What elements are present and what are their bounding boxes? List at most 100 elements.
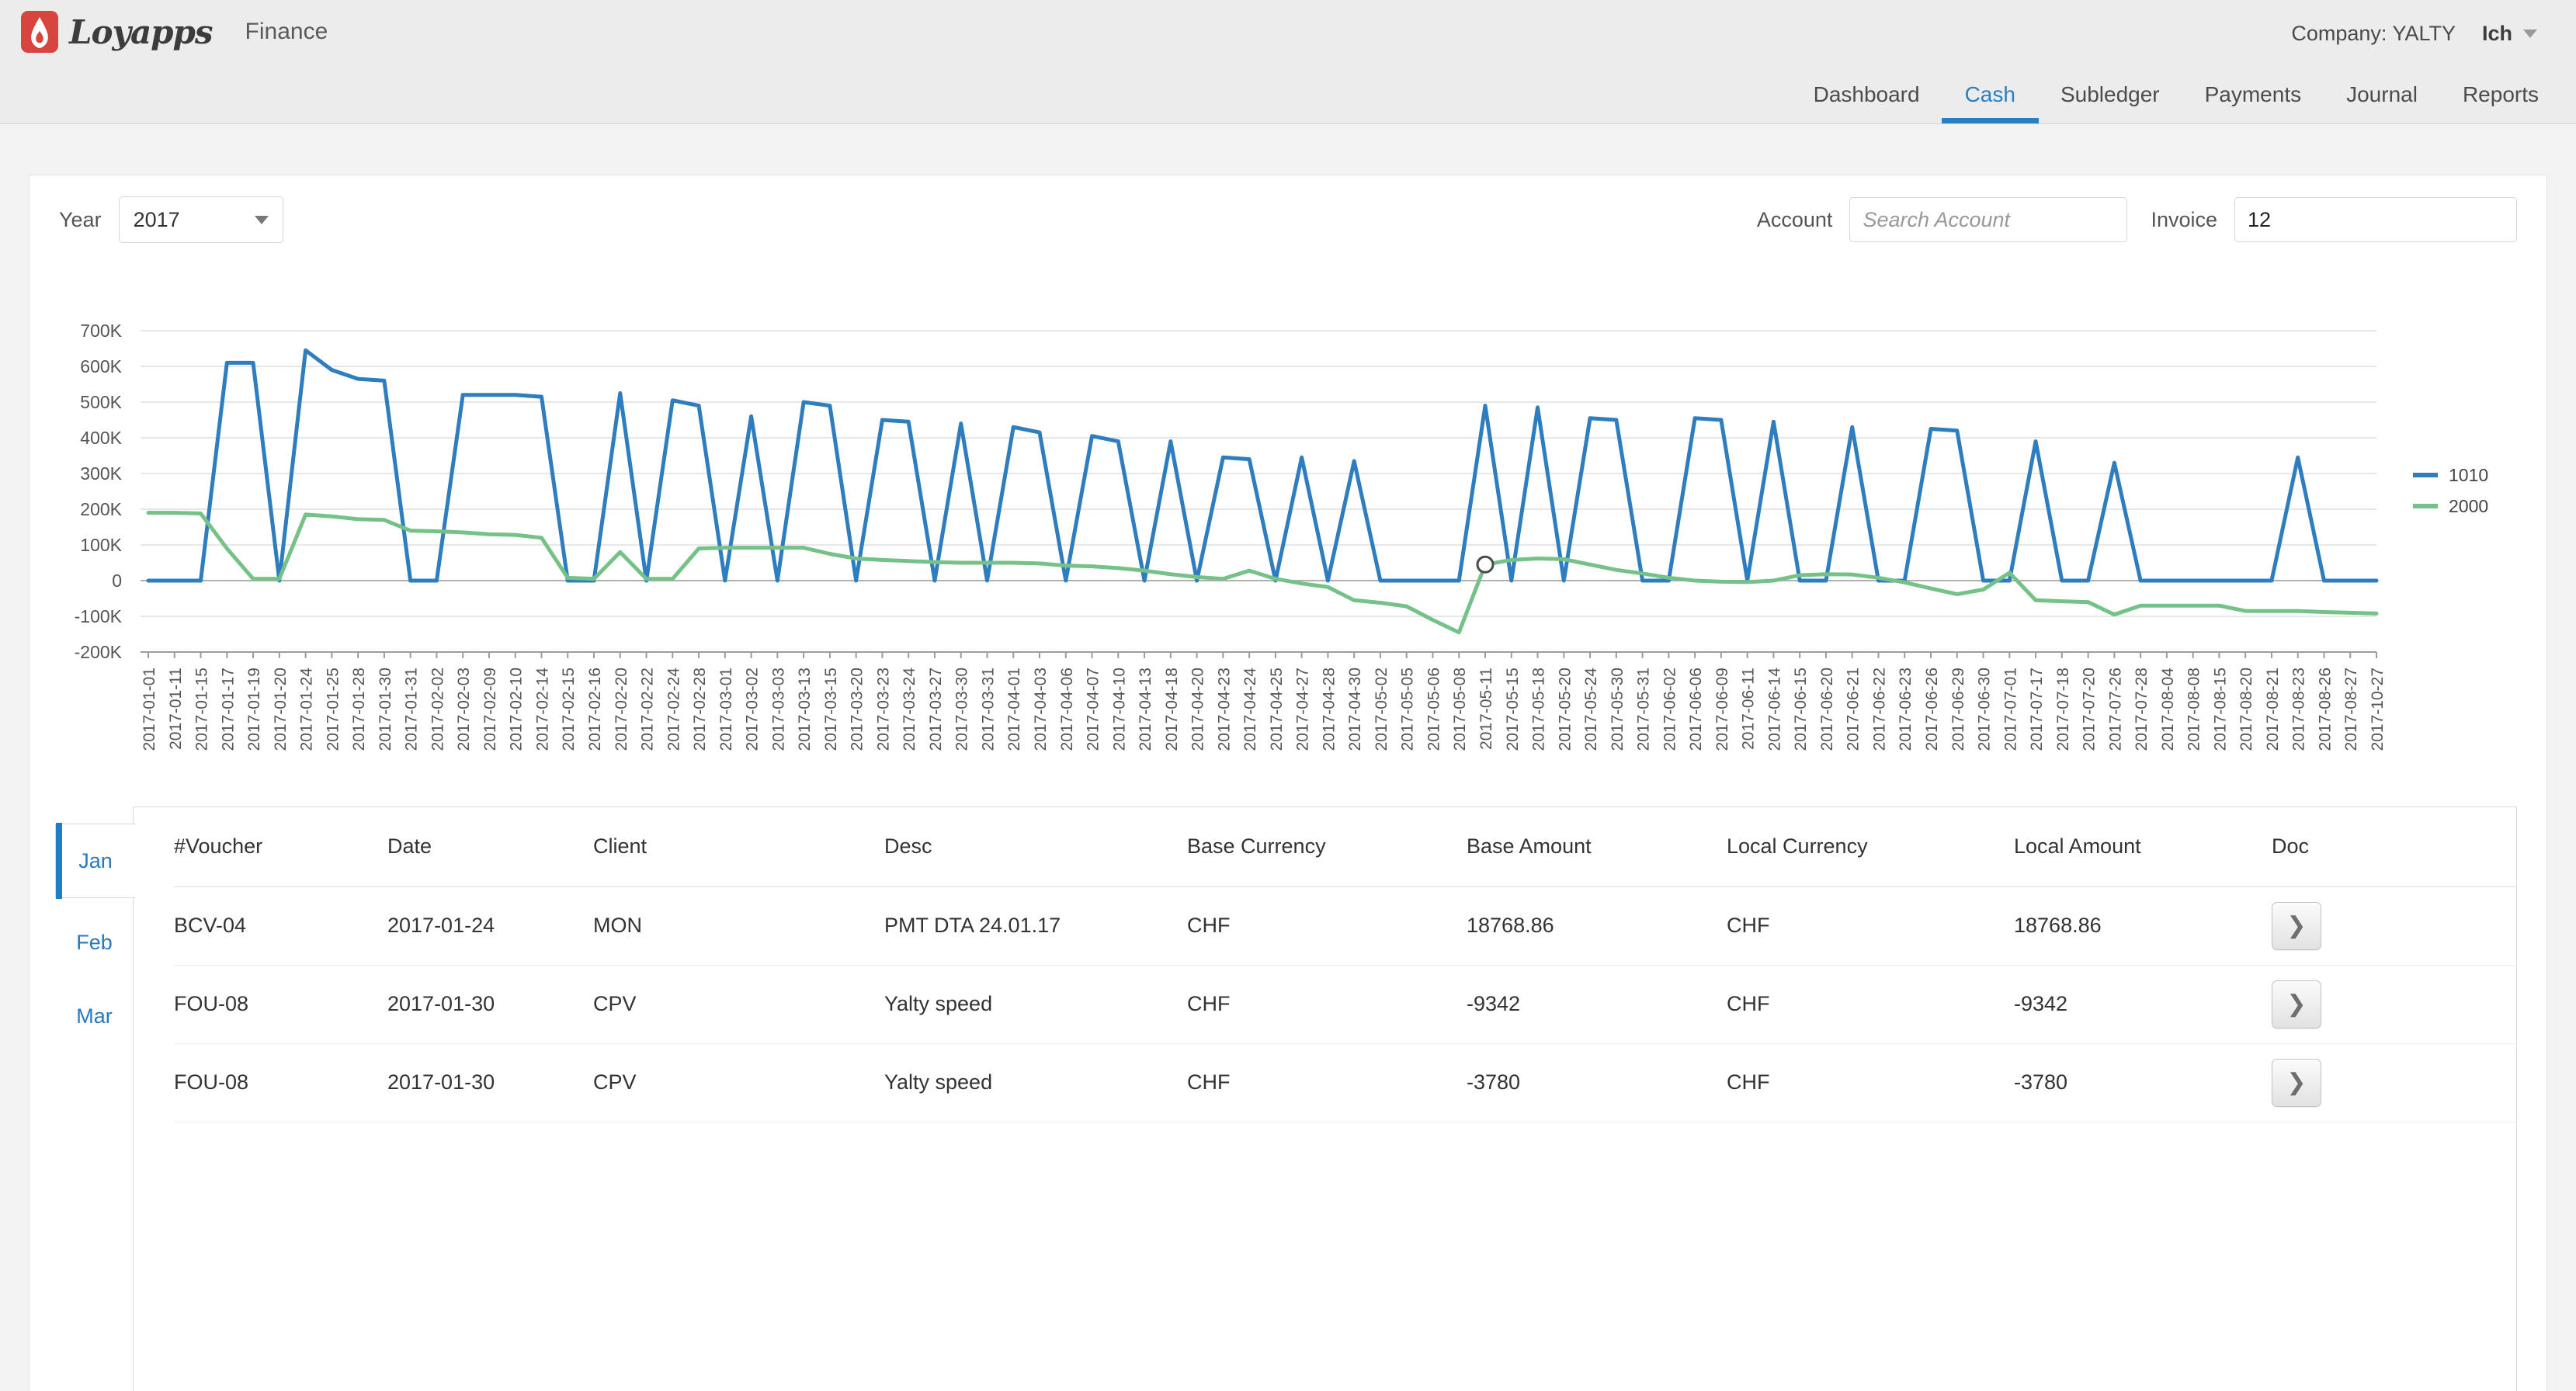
- svg-text:2017-05-18: 2017-05-18: [1530, 668, 1548, 751]
- svg-text:2017-02-20: 2017-02-20: [613, 668, 630, 751]
- account-input[interactable]: [1849, 197, 2127, 242]
- month-tab-jan[interactable]: Jan: [55, 824, 135, 898]
- svg-text:2017-07-20: 2017-07-20: [2081, 668, 2099, 751]
- svg-text:500K: 500K: [80, 392, 122, 412]
- cell-local-currency: CHF: [1727, 965, 2014, 1043]
- user-menu[interactable]: Ich: [2482, 22, 2537, 46]
- cell-base-amount: -3780: [1467, 1043, 1727, 1122]
- svg-text:2017-07-01: 2017-07-01: [2001, 668, 2019, 751]
- svg-text:-200K: -200K: [75, 642, 123, 662]
- svg-text:300K: 300K: [80, 463, 122, 484]
- cell-base-currency: CHF: [1187, 1043, 1467, 1122]
- svg-text:2017-04-30: 2017-04-30: [1346, 668, 1364, 751]
- svg-text:2017-02-16: 2017-02-16: [586, 668, 604, 751]
- vouchers-section: Jan Feb Mar #Voucher Date: [55, 807, 2517, 1391]
- nav-tab-cash[interactable]: Cash: [1965, 66, 2015, 123]
- cell-date: 2017-01-24: [387, 886, 593, 965]
- nav-tab-journal[interactable]: Journal: [2346, 66, 2418, 123]
- svg-text:2017-07-18: 2017-07-18: [2054, 668, 2072, 751]
- cell-voucher: BCV-04: [174, 886, 387, 965]
- svg-text:2017-01-17: 2017-01-17: [219, 668, 237, 751]
- year-label: Year: [59, 208, 102, 232]
- legend-label-2000: 2000: [2449, 496, 2488, 517]
- svg-text:2017-04-20: 2017-04-20: [1189, 668, 1207, 751]
- svg-text:2017-02-10: 2017-02-10: [508, 668, 526, 751]
- svg-text:2017-04-06: 2017-04-06: [1058, 668, 1076, 751]
- col-local-currency: Local Currency: [1727, 807, 2014, 886]
- col-voucher: #Voucher: [174, 807, 387, 886]
- svg-text:2017-05-15: 2017-05-15: [1504, 668, 1522, 751]
- content-card: Year 2017 Account Invoice 700K600K500K40…: [29, 175, 2547, 1391]
- svg-text:0: 0: [112, 571, 122, 591]
- table-row[interactable]: BCV-04 2017-01-24 MON PMT DTA 24.01.17 C…: [174, 886, 2517, 965]
- cash-chart-svg: 700K600K500K400K300K200K100K0-100K-200K2…: [59, 307, 2520, 793]
- cell-base-currency: CHF: [1187, 965, 1467, 1043]
- svg-text:2017-05-02: 2017-05-02: [1373, 668, 1390, 751]
- legend-item-1010: 1010: [2413, 460, 2488, 491]
- nav-tab-subledger[interactable]: Subledger: [2060, 66, 2160, 123]
- product-name: Finance: [245, 19, 328, 45]
- svg-text:2017-02-22: 2017-02-22: [639, 668, 657, 751]
- table-row[interactable]: FOU-08 2017-01-30 CPV Yalty speed CHF -9…: [174, 965, 2517, 1043]
- cell-date: 2017-01-30: [387, 1043, 593, 1122]
- nav-tab-reports[interactable]: Reports: [2463, 66, 2539, 123]
- nav-tab-dashboard[interactable]: Dashboard: [1814, 66, 1920, 123]
- table-row[interactable]: FOU-08 2017-01-30 CPV Yalty speed CHF -3…: [174, 1043, 2517, 1122]
- svg-text:2017-10-27: 2017-10-27: [2369, 668, 2387, 751]
- svg-text:-100K: -100K: [75, 606, 123, 626]
- svg-text:2017-04-27: 2017-04-27: [1294, 668, 1312, 751]
- svg-text:2017-04-25: 2017-04-25: [1268, 668, 1286, 751]
- svg-text:2017-05-05: 2017-05-05: [1399, 668, 1417, 751]
- svg-text:400K: 400K: [80, 428, 122, 448]
- account-area: Company: YALTY Ich: [2291, 0, 2537, 67]
- year-select-value: 2017: [134, 208, 180, 232]
- svg-text:2017-02-02: 2017-02-02: [429, 668, 446, 751]
- cell-local-amount: -9342: [2014, 965, 2272, 1043]
- svg-text:2017-02-03: 2017-02-03: [455, 668, 473, 751]
- month-tab-feb[interactable]: Feb: [55, 923, 134, 962]
- svg-text:2017-01-24: 2017-01-24: [298, 668, 316, 751]
- cash-chart: 700K600K500K400K300K200K100K0-100K-200K2…: [59, 307, 2520, 793]
- chevron-down-icon: [2523, 29, 2537, 38]
- svg-text:2017-06-22: 2017-06-22: [1870, 668, 1888, 751]
- chevron-right-icon: ❯: [2286, 990, 2306, 1018]
- svg-text:2017-02-28: 2017-02-28: [691, 668, 709, 751]
- svg-text:2017-04-07: 2017-04-07: [1085, 668, 1102, 751]
- doc-open-button[interactable]: ❯: [2272, 902, 2321, 950]
- page: Loyapps Finance Company: YALTY Ich Dashb…: [0, 0, 2576, 1391]
- cell-client: CPV: [593, 1043, 884, 1122]
- svg-text:2017-04-03: 2017-04-03: [1032, 668, 1050, 751]
- cell-voucher: FOU-08: [174, 965, 387, 1043]
- svg-text:2017-05-06: 2017-05-06: [1425, 668, 1442, 751]
- doc-open-button[interactable]: ❯: [2272, 980, 2321, 1029]
- doc-open-button[interactable]: ❯: [2272, 1059, 2321, 1107]
- svg-text:2017-03-15: 2017-03-15: [822, 668, 840, 751]
- svg-text:2017-02-15: 2017-02-15: [560, 668, 578, 751]
- svg-text:2017-04-24: 2017-04-24: [1241, 668, 1259, 751]
- svg-text:2017-05-11: 2017-05-11: [1477, 668, 1495, 750]
- svg-text:2017-06-23: 2017-06-23: [1897, 668, 1915, 751]
- svg-text:2017-06-02: 2017-06-02: [1661, 668, 1679, 751]
- col-date: Date: [387, 807, 593, 886]
- svg-text:2017-06-09: 2017-06-09: [1713, 668, 1731, 751]
- svg-text:2017-05-08: 2017-05-08: [1451, 668, 1469, 751]
- month-tab-mar[interactable]: Mar: [55, 997, 134, 1035]
- nav-tab-payments[interactable]: Payments: [2205, 66, 2302, 123]
- col-base-amount: Base Amount: [1467, 807, 1727, 886]
- svg-text:2017-06-06: 2017-06-06: [1687, 668, 1705, 751]
- svg-text:2017-03-30: 2017-03-30: [953, 668, 971, 751]
- svg-text:2017-03-31: 2017-03-31: [979, 668, 997, 751]
- year-select[interactable]: 2017: [119, 196, 283, 243]
- svg-text:2017-06-14: 2017-06-14: [1765, 668, 1783, 751]
- svg-text:2017-04-28: 2017-04-28: [1320, 668, 1338, 751]
- invoice-input[interactable]: [2234, 197, 2517, 242]
- header-row: Loyapps Finance Company: YALTY Ich: [0, 0, 2576, 67]
- col-client: Client: [593, 807, 884, 886]
- cell-desc: Yalty speed: [884, 1043, 1187, 1122]
- svg-text:2017-03-20: 2017-03-20: [849, 668, 866, 751]
- svg-text:2017-03-23: 2017-03-23: [874, 668, 892, 751]
- svg-text:2017-08-23: 2017-08-23: [2290, 668, 2308, 751]
- month-strip: Jan Feb Mar: [55, 807, 134, 1391]
- svg-text:2017-07-17: 2017-07-17: [2028, 668, 2046, 751]
- svg-text:2017-02-24: 2017-02-24: [665, 668, 682, 751]
